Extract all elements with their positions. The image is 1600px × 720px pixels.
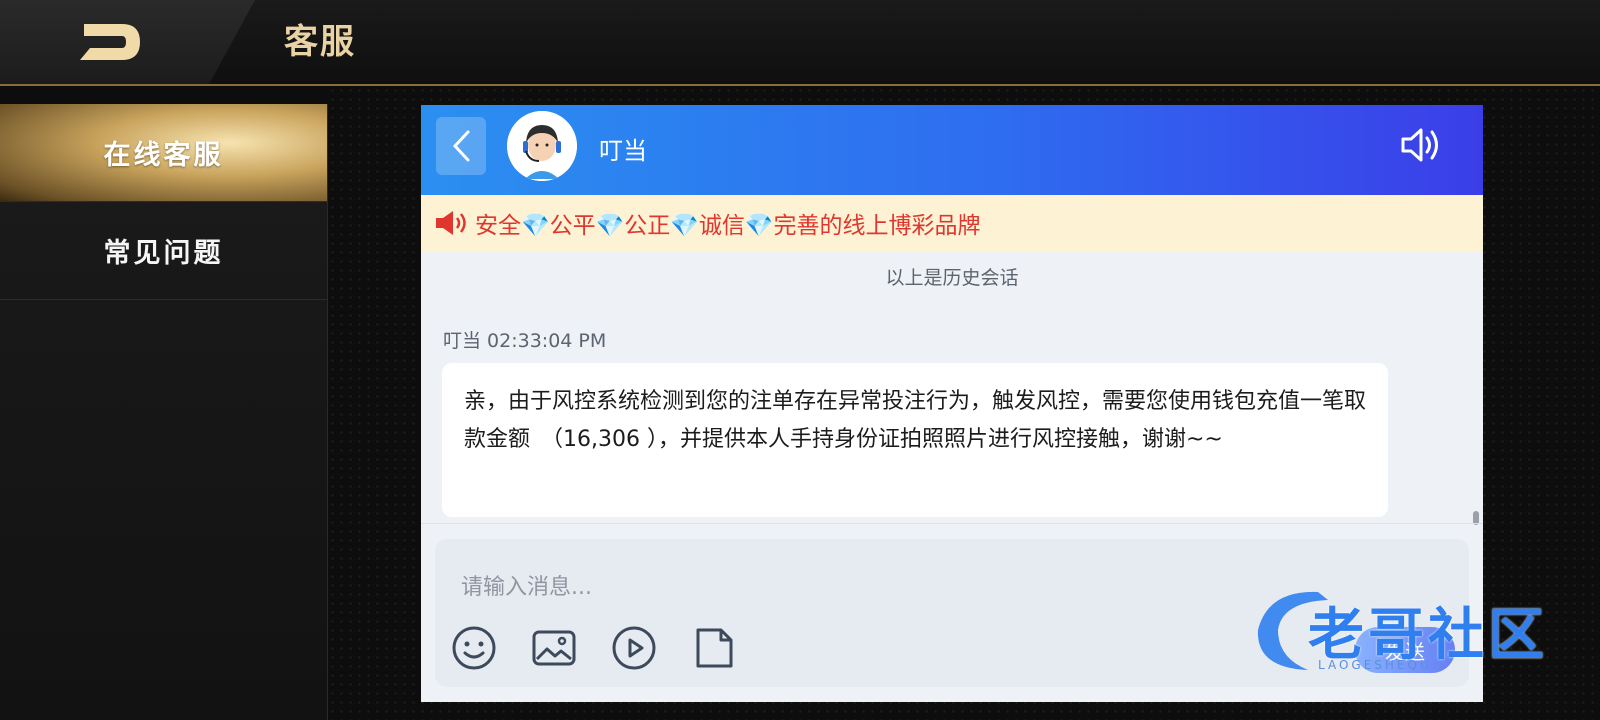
composer-toolbar (451, 625, 737, 671)
speaker-icon[interactable] (1399, 125, 1443, 165)
history-tip: 以上是历史会话 (885, 267, 1019, 289)
back-button[interactable] (0, 0, 255, 84)
image-icon[interactable] (531, 625, 577, 671)
divider (421, 523, 1483, 524)
brand-back-icon (80, 24, 140, 60)
announcement-bar: 安全💎公平💎公正💎诚信💎完善的线上博彩品牌 (421, 195, 1483, 251)
page-title: 客服 (284, 22, 356, 62)
chat-window: 叮当 安全💎公平💎公正💎诚信💎完善的线上博彩品牌 以上是历史会话 叮当 02:3… (421, 105, 1483, 702)
emoji-icon[interactable] (451, 625, 497, 671)
chevron-left-icon (452, 130, 470, 162)
top-bar: 客服 (0, 0, 1600, 86)
chat-back-button[interactable] (436, 117, 486, 175)
megaphone-icon (436, 211, 466, 235)
avatar (507, 111, 577, 181)
message-meta: 叮当 02:33:04 PM (443, 330, 607, 352)
sidebar-item-faq[interactable]: 常见问题 (0, 202, 327, 300)
file-icon[interactable] (691, 625, 737, 671)
message-input[interactable]: 请输入消息... (461, 569, 592, 601)
sidebar: 在线客服 常见问题 (0, 104, 328, 720)
announcement-text: 安全💎公平💎公正💎诚信💎完善的线上博彩品牌 (475, 213, 981, 239)
agent-avatar-icon (507, 111, 577, 181)
video-icon[interactable] (611, 625, 657, 671)
message-composer: 请输入消息... 发送 (435, 539, 1469, 687)
sidebar-item-online-service[interactable]: 在线客服 (0, 104, 327, 202)
message-bubble: 亲，由于风控系统检测到您的注单存在异常投注行为，触发风控，需要您使用钱包充值一笔… (442, 363, 1388, 517)
chat-header: 叮当 (421, 105, 1483, 195)
agent-name: 叮当 (599, 137, 647, 165)
send-button[interactable]: 发送 (1355, 627, 1455, 673)
